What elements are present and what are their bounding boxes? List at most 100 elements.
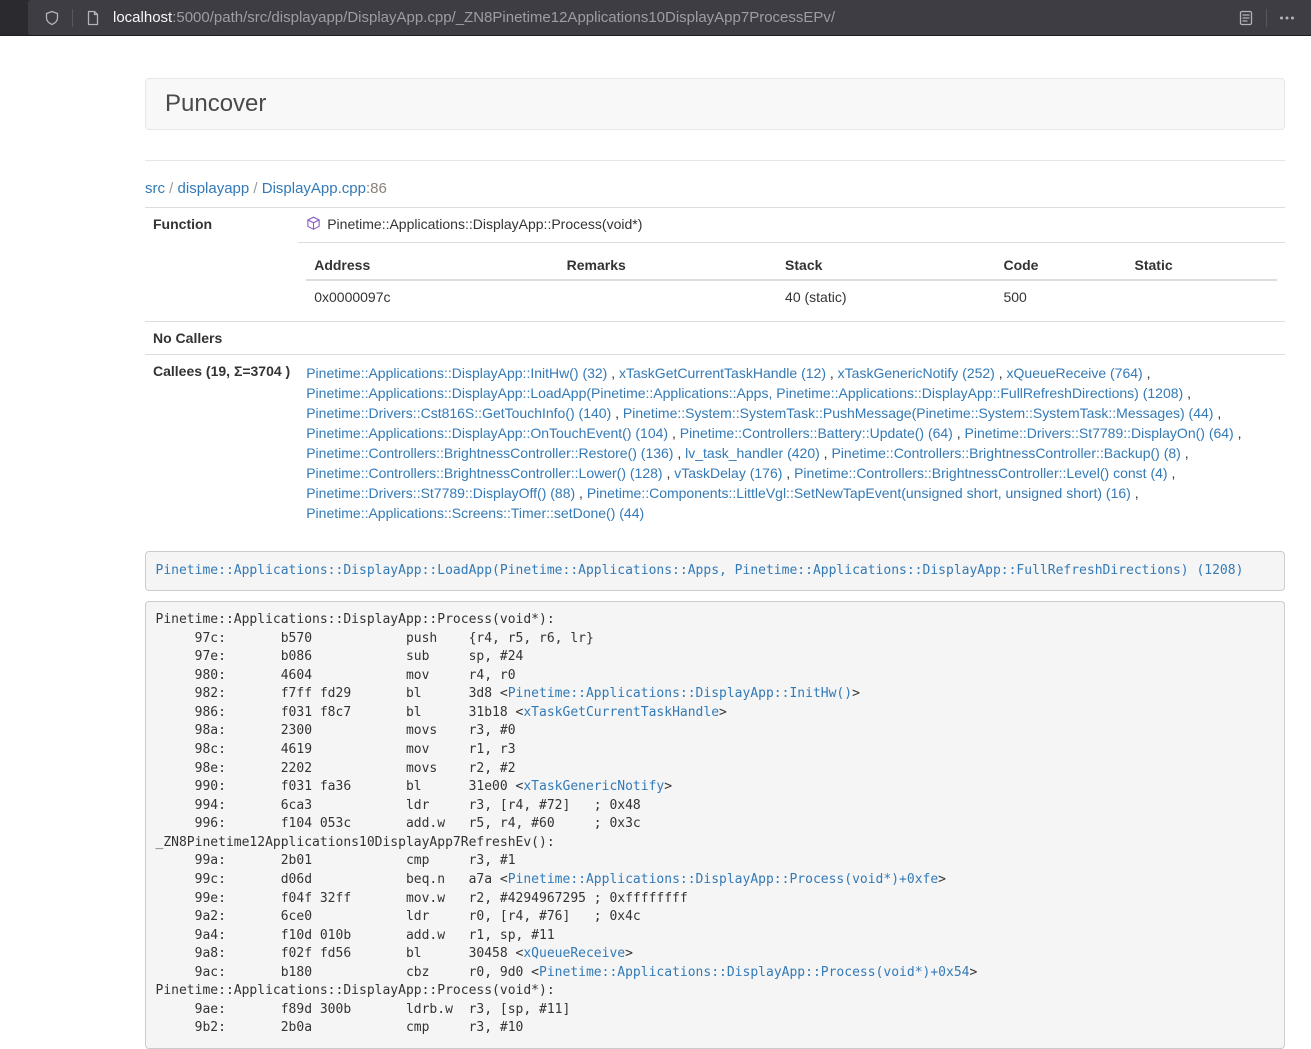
callers-label: No Callers xyxy=(145,322,298,355)
disassembly-symbol-link[interactable]: xTaskGenericNotify xyxy=(523,779,664,794)
disassembly-line: Pinetime::Applications::DisplayApp::Proc… xyxy=(156,983,555,998)
callee-separator: , xyxy=(1183,385,1191,401)
callee-link[interactable]: Pinetime::Applications::DisplayApp::Load… xyxy=(306,385,1183,401)
metrics-row: Address Remarks Stack Code Static 0x0000… xyxy=(145,243,1285,322)
symbol-table: Function Pinetime::Applications::Display… xyxy=(145,207,1285,531)
function-symbol-cell: Pinetime::Applications::DisplayApp::Proc… xyxy=(298,208,1285,243)
callee-link[interactable]: Pinetime::Applications::Screens::Timer::… xyxy=(306,505,644,521)
disassembly-symbol-link[interactable]: xTaskGetCurrentTaskHandle xyxy=(523,705,719,720)
callee-separator: , xyxy=(995,365,1007,381)
callee-link[interactable]: lv_task_handler (420) xyxy=(685,445,820,461)
shield-icon[interactable] xyxy=(44,10,60,26)
callee-separator: , xyxy=(953,425,965,441)
disassembly-line: 98e: 2202 movs r2, #2 xyxy=(156,761,516,776)
callee-separator: , xyxy=(1213,405,1221,421)
col-header-address: Address xyxy=(306,251,558,280)
breadcrumb-link-file[interactable]: DisplayApp.cpp xyxy=(262,180,366,197)
disassembly-block: Pinetime::Applications::DisplayApp::Proc… xyxy=(145,601,1285,1049)
disassembly-line: 9a8: f02f fd56 bl 30458 <xQueueReceive> xyxy=(156,946,633,961)
browser-toolbar: localhost:5000/path/src/displayapp/Displ… xyxy=(0,0,1311,36)
callee-link[interactable]: Pinetime::System::SystemTask::PushMessag… xyxy=(623,405,1214,421)
callee-link[interactable]: vTaskDelay (176) xyxy=(674,465,782,481)
callee-separator: , xyxy=(782,465,794,481)
callers-row: No Callers xyxy=(145,322,1285,355)
related-symbol-link[interactable]: Pinetime::Applications::DisplayApp::Load… xyxy=(156,563,1244,578)
code-value: 500 xyxy=(995,280,1126,313)
callee-link[interactable]: Pinetime::Drivers::St7789::DisplayOff() … xyxy=(306,485,575,501)
app-header: Puncover xyxy=(145,78,1285,130)
breadcrumb-separator: / xyxy=(249,180,262,197)
breadcrumb-line-number: :86 xyxy=(366,180,387,197)
col-header-remarks: Remarks xyxy=(559,251,777,280)
metrics-table: Address Remarks Stack Code Static 0x0000… xyxy=(306,251,1277,313)
disassembly-line: 97c: b570 push {r4, r5, r6, lr} xyxy=(156,631,594,646)
function-symbol: Pinetime::Applications::DisplayApp::Proc… xyxy=(327,216,642,232)
breadcrumb: src / displayapp / DisplayApp.cpp:86 xyxy=(145,180,1285,197)
callee-separator: , xyxy=(826,365,838,381)
disassembly-line: 99e: f04f 32ff mov.w r2, #4294967295 ; 0… xyxy=(156,891,688,906)
disassembly-symbol-link[interactable]: Pinetime::Applications::DisplayApp::Proc… xyxy=(508,872,938,887)
breadcrumb-link-displayapp[interactable]: displayapp xyxy=(178,180,250,197)
disassembly-line: 990: f031 fa36 bl 31e00 <xTaskGenericNot… xyxy=(156,779,673,794)
callee-link[interactable]: Pinetime::Drivers::St7789::DisplayOn() (… xyxy=(965,425,1234,441)
callee-link[interactable]: Pinetime::Controllers::BrightnessControl… xyxy=(831,445,1180,461)
metrics-data-row: 0x0000097c 40 (static) 500 xyxy=(306,280,1277,313)
callee-link[interactable]: Pinetime::Controllers::BrightnessControl… xyxy=(306,465,662,481)
function-row: Function Pinetime::Applications::Display… xyxy=(145,208,1285,243)
address-value: 0x0000097c xyxy=(306,280,558,313)
callee-separator: , xyxy=(1168,465,1176,481)
callee-link[interactable]: Pinetime::Controllers::BrightnessControl… xyxy=(794,465,1167,481)
col-header-code: Code xyxy=(995,251,1126,280)
menu-dots-icon[interactable] xyxy=(1279,10,1295,26)
callee-separator: , xyxy=(611,405,623,421)
callers-cell xyxy=(298,322,1285,355)
disassembly-line: 98a: 2300 movs r3, #0 xyxy=(156,723,516,738)
callee-separator: , xyxy=(663,465,675,481)
callee-link[interactable]: Pinetime::Controllers::BrightnessControl… xyxy=(306,445,673,461)
reader-mode-icon[interactable] xyxy=(1238,10,1254,26)
callee-separator: , xyxy=(1234,425,1242,441)
disassembly-line: 9ac: b180 cbz r0, 9d0 <Pinetime::Applica… xyxy=(156,965,978,980)
disassembly-symbol-link[interactable]: Pinetime::Applications::DisplayApp::Init… xyxy=(508,686,852,701)
callee-link[interactable]: Pinetime::Applications::DisplayApp::OnTo… xyxy=(306,425,668,441)
callee-separator: , xyxy=(575,485,587,501)
disassembly-line: 982: f7ff fd29 bl 3d8 <Pinetime::Applica… xyxy=(156,686,860,701)
callee-link[interactable]: Pinetime::Drivers::Cst816S::GetTouchInfo… xyxy=(306,405,611,421)
disassembly-line: 9a2: 6ce0 ldr r0, [r4, #76] ; 0x4c xyxy=(156,909,641,924)
function-label: Function xyxy=(145,208,298,322)
col-header-stack: Stack xyxy=(777,251,995,280)
disassembly-line: 99a: 2b01 cmp r3, #1 xyxy=(156,853,516,868)
app-title: Puncover xyxy=(165,90,266,117)
url-text[interactable]: localhost:5000/path/src/displayapp/Displ… xyxy=(113,9,1232,26)
callee-separator: , xyxy=(673,445,685,461)
disassembly-line: 9ae: f89d 300b ldrb.w r3, [sp, #11] xyxy=(156,1002,571,1017)
disassembly-symbol-link[interactable]: xQueueReceive xyxy=(523,946,625,961)
callee-link[interactable]: Pinetime::Controllers::Battery::Update()… xyxy=(680,425,953,441)
callee-link[interactable]: xTaskGetCurrentTaskHandle (12) xyxy=(619,365,826,381)
callee-link[interactable]: xQueueReceive (764) xyxy=(1007,365,1143,381)
url-path: :5000/path/src/displayapp/DisplayApp.cpp… xyxy=(172,9,835,26)
url-bar[interactable]: localhost:5000/path/src/displayapp/Displ… xyxy=(28,0,1311,35)
breadcrumb-link-src[interactable]: src xyxy=(145,180,165,197)
disassembly-symbol-link[interactable]: Pinetime::Applications::DisplayApp::Proc… xyxy=(539,965,969,980)
related-symbol-panel: Pinetime::Applications::DisplayApp::Load… xyxy=(145,551,1285,591)
breadcrumb-separator: / xyxy=(165,180,178,197)
callee-link[interactable]: Pinetime::Components::LittleVgl::SetNewT… xyxy=(587,485,1131,501)
callee-link[interactable]: xTaskGenericNotify (252) xyxy=(838,365,995,381)
disassembly-line: 97e: b086 sub sp, #24 xyxy=(156,649,524,664)
callee-link[interactable]: Pinetime::Applications::DisplayApp::Init… xyxy=(306,365,607,381)
disassembly-line: 980: 4604 mov r4, r0 xyxy=(156,668,516,683)
toolbar-divider xyxy=(1266,9,1267,27)
callee-separator: , xyxy=(1181,445,1189,461)
disassembly-line: 9b2: 2b0a cmp r3, #10 xyxy=(156,1020,524,1035)
disassembly-line: 99c: d06d beq.n a7a <Pinetime::Applicati… xyxy=(156,872,947,887)
disassembly-line: _ZN8Pinetime12Applications10DisplayApp7R… xyxy=(156,835,555,850)
callee-separator: , xyxy=(820,445,832,461)
disassembly-line: Pinetime::Applications::DisplayApp::Proc… xyxy=(156,612,555,627)
url-host: localhost xyxy=(113,9,172,26)
stack-value: 40 (static) xyxy=(777,280,995,313)
page-icon xyxy=(85,10,101,26)
callee-separator: , xyxy=(668,425,680,441)
disassembly-line: 986: f031 f8c7 bl 31b18 <xTaskGetCurrent… xyxy=(156,705,727,720)
callee-separator: , xyxy=(1143,365,1151,381)
